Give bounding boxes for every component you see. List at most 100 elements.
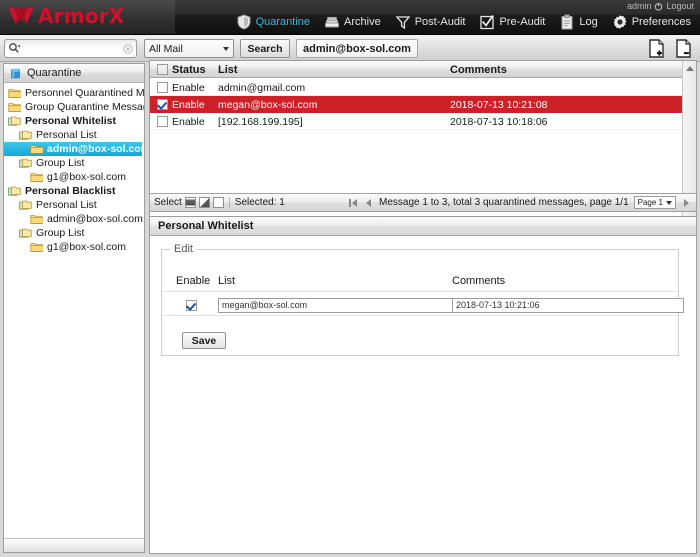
tree-item-label: admin@box-sol.com (47, 213, 143, 225)
tree-item-label: g1@box-sol.com (47, 241, 126, 253)
document-add-icon[interactable] (646, 38, 667, 59)
column-header-comments[interactable]: Comments (450, 61, 680, 78)
brand-name: ArmorX (38, 5, 124, 27)
row-list: [192.168.199.195] (218, 113, 468, 130)
save-button[interactable]: Save (182, 332, 226, 349)
edit-header-comments: Comments (452, 270, 692, 292)
app-root: ArmorX admin Logout Quarantine (0, 0, 700, 557)
selected-count: Selected: 1 (235, 197, 285, 208)
tree-item[interactable]: Personal Whitelist (4, 114, 144, 128)
selection-controls: Select (154, 197, 224, 208)
tree-item[interactable]: Group Quarantine Messages (4, 100, 144, 114)
row-comments (450, 79, 680, 96)
database-icon (9, 67, 22, 80)
edit-header-enable: Enable (176, 270, 222, 292)
row-checkbox-cell[interactable] (154, 79, 170, 96)
row-checkbox[interactable] (157, 99, 168, 110)
tree-item-label: Personal List (36, 199, 97, 211)
search-field-wrap[interactable] (4, 39, 137, 58)
folder-stack-icon (19, 130, 32, 141)
nav-item-preferences[interactable]: Preferences (605, 11, 698, 33)
select-all-icon[interactable] (185, 197, 196, 208)
nav-item-log[interactable]: Log (552, 11, 604, 33)
table-row[interactable]: Enable [192.168.199.195] 2018-07-13 10:1… (150, 113, 682, 130)
folder-icon (8, 102, 21, 113)
tree-item[interactable]: Personal List (4, 198, 144, 212)
tree-item[interactable]: Personal List (4, 128, 144, 142)
gear-icon (612, 14, 628, 30)
page-info-text: Message 1 to 3, total 3 quarantined mess… (379, 197, 629, 208)
select-invert-icon[interactable] (199, 197, 210, 208)
tree-item[interactable]: admin@box-sol.com (4, 212, 144, 226)
select-none-icon[interactable] (213, 197, 224, 208)
tree-item-label: Personal Whitelist (25, 115, 116, 127)
row-checkbox-cell[interactable] (154, 113, 170, 130)
tree-item[interactable]: Personal Blacklist (4, 184, 144, 198)
mail-filter-select[interactable]: All Mail (144, 39, 234, 58)
edit-value-row (162, 294, 678, 316)
select-all-checkbox[interactable] (157, 64, 168, 75)
row-checkbox-cell[interactable] (154, 96, 170, 113)
nav-label: Quarantine (256, 16, 310, 28)
clear-search-icon[interactable] (123, 44, 133, 54)
archive-icon (324, 14, 340, 30)
document-remove-icon[interactable] (673, 38, 694, 59)
list-status-bar: Select Selected: 1 Message 1 to 3, total… (149, 193, 697, 212)
table-row[interactable]: Enable admin@gmail.com (150, 79, 682, 96)
tree-item[interactable]: admin@box-sol.com (4, 142, 142, 156)
list-table-header: Status List Comments (150, 61, 696, 78)
tree-item-label: Personal Blacklist (25, 185, 115, 197)
armorx-wings-icon (8, 5, 34, 27)
tree-item[interactable]: g1@box-sol.com (4, 170, 144, 184)
sidebar-tree: Personnel Quarantined Messages Group Qua… (4, 83, 144, 538)
page-next-icon[interactable] (681, 197, 692, 208)
list-table-body: Enable admin@gmail.com Enable megan@box-… (150, 79, 682, 130)
select-label: Select (154, 197, 182, 208)
folder-stack-icon (8, 116, 21, 127)
column-header-list[interactable]: List (218, 61, 468, 78)
edit-comments-input[interactable] (452, 298, 684, 313)
scroll-up-icon[interactable] (683, 62, 696, 75)
tree-item-label: Group List (36, 157, 84, 169)
row-checkbox[interactable] (157, 82, 168, 93)
sidebar-footer (4, 538, 144, 552)
folder-icon (8, 88, 21, 99)
nav-item-post-audit[interactable]: Post-Audit (388, 11, 473, 33)
edit-enable-cell (176, 294, 222, 316)
tree-item[interactable]: Group List (4, 156, 144, 170)
chevron-down-icon (223, 47, 229, 51)
top-header: ArmorX admin Logout Quarantine (0, 0, 700, 35)
search-input[interactable] (21, 43, 123, 54)
search-button[interactable]: Search (240, 39, 290, 58)
pagination-controls: Message 1 to 3, total 3 quarantined mess… (347, 196, 692, 209)
tree-item[interactable]: g1@box-sol.com (4, 240, 144, 254)
chevron-down-icon (666, 201, 672, 205)
page-select-value: Page 1 (638, 198, 663, 207)
header-select-all[interactable] (154, 61, 170, 78)
app-logo: ArmorX (8, 5, 124, 27)
current-user-badge: admin@box-sol.com (296, 39, 418, 58)
edit-panel-title: Personal Whitelist (150, 217, 696, 236)
tree-item-label: Group List (36, 227, 84, 239)
edit-enable-checkbox[interactable] (186, 300, 197, 311)
power-icon (654, 2, 663, 11)
tree-item[interactable]: Personnel Quarantined Messages (4, 86, 144, 100)
tree-item[interactable]: Group List (4, 226, 144, 240)
nav-item-quarantine[interactable]: Quarantine (229, 11, 317, 33)
table-row[interactable]: Enable megan@box-sol.com 2018-07-13 10:2… (150, 96, 682, 113)
nav-item-archive[interactable]: Archive (317, 11, 388, 33)
page-first-icon[interactable] (347, 197, 358, 208)
row-checkbox[interactable] (157, 116, 168, 127)
page-prev-icon[interactable] (363, 197, 374, 208)
nav-item-pre-audit[interactable]: Pre-Audit (472, 11, 552, 33)
logout-link[interactable]: Logout (666, 1, 694, 11)
page-select[interactable]: Page 1 (634, 196, 676, 209)
folder-stack-icon (19, 228, 32, 239)
search-toolbar: All Mail Search admin@box-sol.com (0, 35, 700, 62)
tree-item-label: Personnel Quarantined Messages (25, 87, 144, 99)
toolbar-icon-group (646, 38, 694, 59)
folder-icon (30, 172, 43, 183)
sidebar-title: Quarantine (27, 67, 81, 79)
sidebar: Quarantine Personnel Quarantined Message… (3, 63, 145, 553)
folder-stack-icon (19, 158, 32, 169)
